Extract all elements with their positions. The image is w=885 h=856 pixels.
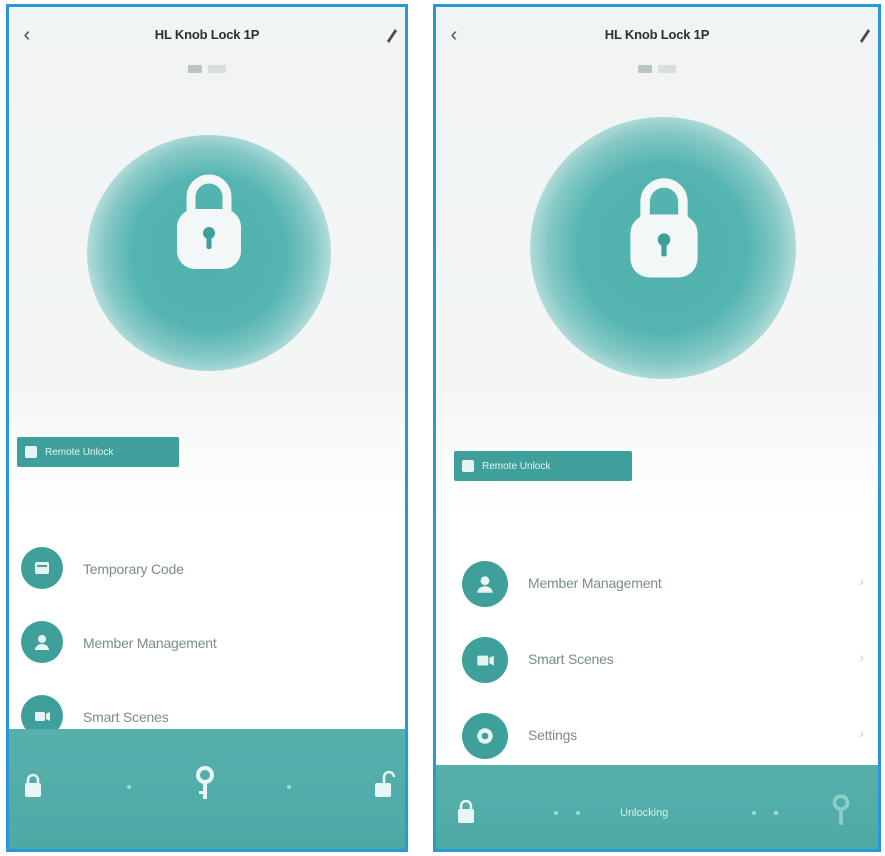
menu-label: Member Management xyxy=(528,575,662,591)
page-title: HL Knob Lock 1P xyxy=(154,27,260,42)
slider-dot xyxy=(287,785,291,789)
header: ‹ HL Knob Lock 1P xyxy=(9,7,405,63)
unlock-icon[interactable] xyxy=(373,769,395,799)
status-indicators xyxy=(9,61,405,77)
chevron-right-icon: › xyxy=(859,725,864,741)
header: ‹ HL Knob Lock 1P xyxy=(436,7,878,63)
page-title: HL Knob Lock 1P xyxy=(604,27,710,42)
menu-label: Temporary Code xyxy=(83,561,184,577)
shield-icon xyxy=(462,460,474,472)
battery-icon xyxy=(188,65,202,73)
menu-label: Smart Scenes xyxy=(83,709,169,725)
remote-unlock-button[interactable]: Remote Unlock xyxy=(454,451,632,481)
menu-item-member-management[interactable]: Member Management › xyxy=(436,551,878,611)
lock-control-bar: Unlocking xyxy=(436,765,878,849)
chevron-right-icon: › xyxy=(859,649,864,665)
lock-icon[interactable] xyxy=(456,799,476,825)
scene-icon xyxy=(462,637,508,683)
menu-label: Smart Scenes xyxy=(528,651,614,667)
member-icon xyxy=(21,621,63,663)
slider-dot xyxy=(576,811,580,815)
member-icon xyxy=(462,561,508,607)
menu-item-temporary-code[interactable]: Temporary Code xyxy=(9,539,405,599)
status-indicators xyxy=(436,61,878,77)
slider-dot xyxy=(127,785,131,789)
unlocking-status: Unlocking xyxy=(620,807,669,819)
key-icon[interactable] xyxy=(828,793,854,829)
edit-icon[interactable] xyxy=(854,23,874,47)
slider-dot xyxy=(554,811,558,815)
menu-label: Member Management xyxy=(83,635,217,651)
menu-item-smart-scenes[interactable]: Smart Scenes › xyxy=(436,627,878,687)
chevron-right-icon: › xyxy=(859,573,864,589)
phone-screen-left: ‹ HL Knob Lock 1P Remote Unlock Temporar… xyxy=(6,4,408,852)
key-icon[interactable] xyxy=(191,765,219,803)
menu-item-settings[interactable]: Settings › xyxy=(436,703,878,763)
phone-screen-right: ‹ HL Knob Lock 1P Remote Unlock Member M… xyxy=(433,4,881,852)
padlock-icon[interactable] xyxy=(169,165,249,275)
settings-icon xyxy=(462,713,508,759)
padlock-icon[interactable] xyxy=(622,167,706,285)
menu-label: Settings xyxy=(528,727,577,743)
remote-unlock-label: Remote Unlock xyxy=(482,460,551,472)
slider-dot xyxy=(752,811,756,815)
temporary-code-icon xyxy=(21,547,63,589)
lock-icon[interactable] xyxy=(23,773,43,799)
battery-icon xyxy=(638,65,652,73)
signal-icon xyxy=(658,65,676,73)
menu-item-member-management[interactable]: Member Management xyxy=(9,613,405,673)
shield-icon xyxy=(25,446,37,458)
remote-unlock-label: Remote Unlock xyxy=(45,446,114,458)
remote-unlock-button[interactable]: Remote Unlock xyxy=(17,437,179,467)
signal-icon xyxy=(208,65,226,73)
slider-dot xyxy=(774,811,778,815)
lock-control-bar xyxy=(9,729,405,849)
edit-icon[interactable] xyxy=(381,23,401,47)
